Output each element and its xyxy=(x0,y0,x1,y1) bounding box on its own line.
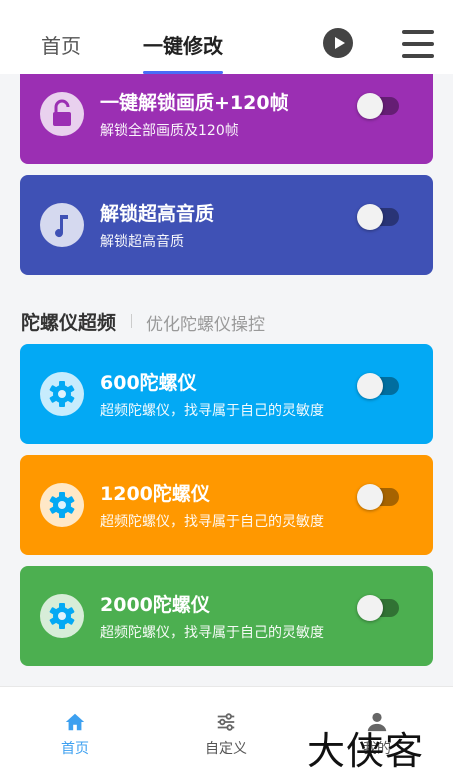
card-gyro-2000[interactable]: 2000陀螺仪 超频陀螺仪，找寻属于自己的灵敏度 xyxy=(20,566,433,666)
section-divider xyxy=(131,314,132,328)
card-title: 一键解锁画质+120帧 xyxy=(100,92,289,114)
card-subtitle: 解锁超高音质 xyxy=(100,234,184,250)
card-unlock-audio[interactable]: 解锁超高音质 解锁超高音质 xyxy=(20,175,433,275)
top-bar: 首页 一键修改 xyxy=(0,0,453,74)
card-unlock-quality[interactable]: 一键解锁画质+120帧 解锁全部画质及120帧 xyxy=(20,74,433,164)
menu-button[interactable] xyxy=(402,30,434,58)
gear-icon xyxy=(40,372,84,416)
toggle-switch[interactable] xyxy=(357,595,401,621)
card-subtitle: 超频陀螺仪，找寻属于自己的灵敏度 xyxy=(100,514,324,530)
unlock-icon xyxy=(40,92,84,136)
card-title: 2000陀螺仪 xyxy=(100,594,210,616)
gear-icon xyxy=(40,483,84,527)
tab-one-click-modify[interactable]: 一键修改 xyxy=(143,30,223,59)
section-subtitle: 优化陀螺仪操控 xyxy=(146,315,265,335)
nav-item-home[interactable]: 首页 xyxy=(30,711,120,758)
play-button[interactable] xyxy=(323,28,353,58)
card-title: 600陀螺仪 xyxy=(100,372,197,394)
toggle-switch[interactable] xyxy=(357,373,401,399)
toggle-knob xyxy=(357,373,383,399)
card-title: 1200陀螺仪 xyxy=(100,483,210,505)
toggle-switch[interactable] xyxy=(357,484,401,510)
content-scroll-area[interactable]: 一键解锁画质+120帧 解锁全部画质及120帧 解锁超高音质 解锁超高音质 陀螺… xyxy=(0,74,453,686)
tab-home[interactable]: 首页 xyxy=(41,30,81,59)
card-gyro-600[interactable]: 600陀螺仪 超频陀螺仪，找寻属于自己的灵敏度 xyxy=(20,344,433,444)
card-gyro-1200[interactable]: 1200陀螺仪 超频陀螺仪，找寻属于自己的灵敏度 xyxy=(20,455,433,555)
menu-line xyxy=(402,42,434,46)
nav-item-custom[interactable]: 自定义 xyxy=(181,711,271,758)
card-subtitle: 超频陀螺仪，找寻属于自己的灵敏度 xyxy=(100,403,324,419)
toggle-switch[interactable] xyxy=(357,93,401,119)
play-icon xyxy=(335,37,345,49)
toggle-knob xyxy=(357,204,383,230)
toggle-knob xyxy=(357,93,383,119)
nav-label: 自定义 xyxy=(205,741,247,757)
menu-line xyxy=(402,54,434,58)
card-title: 解锁超高音质 xyxy=(100,203,215,225)
watermark: 大侠客 xyxy=(307,729,425,773)
home-icon xyxy=(65,713,85,731)
menu-line xyxy=(402,30,434,34)
gear-icon xyxy=(40,594,84,638)
toggle-knob xyxy=(357,484,383,510)
section-title: 陀螺仪超频 xyxy=(21,312,117,334)
card-subtitle: 解锁全部画质及120帧 xyxy=(100,123,239,139)
toggle-knob xyxy=(357,595,383,621)
toggle-switch[interactable] xyxy=(357,204,401,230)
music-note-icon xyxy=(40,203,84,247)
sliders-icon xyxy=(217,713,235,731)
nav-label: 首页 xyxy=(61,741,89,757)
card-subtitle: 超频陀螺仪，找寻属于自己的灵敏度 xyxy=(100,625,324,641)
